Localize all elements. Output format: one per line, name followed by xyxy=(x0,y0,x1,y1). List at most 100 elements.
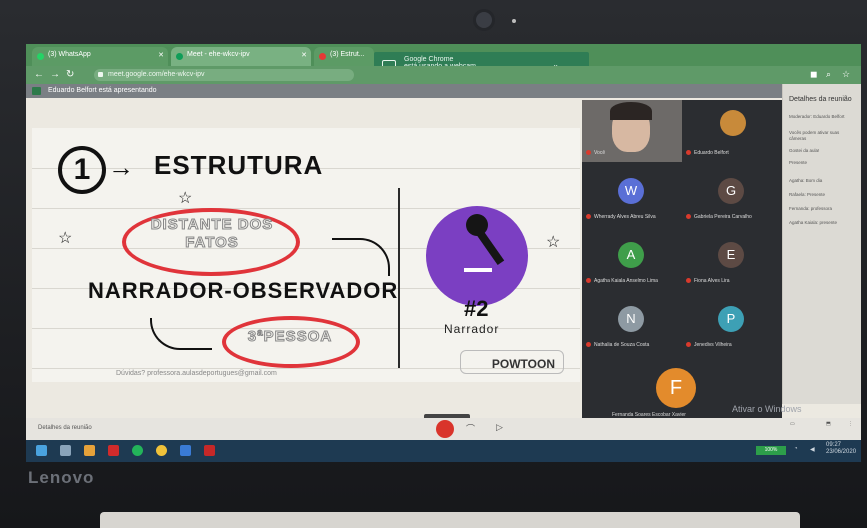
spotify-icon[interactable] xyxy=(132,445,143,456)
panel-title: Detalhes da reunião xyxy=(789,96,852,103)
close-icon[interactable]: ✕ xyxy=(301,51,307,59)
chat-line: Gostei da aula! xyxy=(789,148,820,153)
chat-line: Agatha: Bom dia xyxy=(789,178,823,183)
back-icon[interactable]: ← xyxy=(34,69,44,80)
arrow-right-icon: → xyxy=(108,152,134,182)
meeting-details-label[interactable]: Detalhes da reunião xyxy=(38,425,92,431)
tab-youtube[interactable]: (3) Estrut... xyxy=(314,47,374,66)
powtoon-logo: POWTOON xyxy=(460,350,564,374)
battery-indicator[interactable]: 100% xyxy=(756,446,786,455)
lenovo-logo: Lenovo xyxy=(28,468,95,487)
participant-tile[interactable]: P Jenedivs Vilheira xyxy=(682,292,782,350)
participant-tile[interactable]: A Agatha Kaiala Anselmo Lima xyxy=(582,228,682,286)
clock-time: 09:27 xyxy=(826,442,842,448)
participant-name: Agatha Kaiala Anselmo Lima xyxy=(586,278,658,284)
participant-tile[interactable]: Você xyxy=(582,100,682,162)
camera-icon[interactable]: ◼ xyxy=(810,69,817,80)
presenting-text: Eduardo Belfort está apresentando xyxy=(48,87,157,94)
whatsapp-icon xyxy=(37,53,44,60)
chat-line: Fernanda: professora xyxy=(789,206,833,211)
windows-start-icon[interactable] xyxy=(36,445,47,456)
avatar: N xyxy=(618,306,644,332)
address-bar: ← → ↻ meet.google.com/ehe-wkcv-ipv ◼ ⌕ ☆ xyxy=(26,66,861,84)
presenting-banner: Eduardo Belfort está apresentando xyxy=(26,84,786,98)
featured-avatar[interactable]: F xyxy=(656,368,696,408)
participant-name: Wherrady Alves Abreu Silva xyxy=(586,214,656,220)
volume-icon[interactable]: ◀ xyxy=(810,446,815,453)
windows-activation-watermark: Ativar o Windows xyxy=(732,404,802,414)
notification-title: Google Chrome xyxy=(404,56,454,63)
notebook-line xyxy=(32,208,580,209)
netflix-icon[interactable] xyxy=(108,445,119,456)
wifi-icon[interactable]: ◔ xyxy=(794,446,798,452)
url-field[interactable]: meet.google.com/ehe-wkcv-ipv xyxy=(94,69,354,81)
participant-name: Nathalia de Souza Costa xyxy=(586,342,649,348)
participant-name: Eduardo Belfort xyxy=(686,150,729,156)
star-icon: ☆ xyxy=(546,234,561,251)
participant-name: Gabriela Pereira Carvalho xyxy=(686,214,752,220)
laptop-screen: (3) WhatsApp ✕ Meet - ehe-wkcv-ipv ✕ (3) E… xyxy=(26,44,861,462)
windows-taskbar: 100% ◔ ◀ 09:27 23/06/2020 xyxy=(26,440,861,462)
participant-tile[interactable]: N Nathalia de Souza Costa xyxy=(582,292,682,350)
star-icon: ☆ xyxy=(58,230,73,247)
file-explorer-icon[interactable] xyxy=(84,445,95,456)
close-icon[interactable]: ✕ xyxy=(158,51,164,59)
participant-name: Você xyxy=(586,150,605,156)
tab-label: Meet - ehe-wkcv-ipv xyxy=(187,51,250,58)
zoom-icon[interactable]: ⌕ xyxy=(826,69,831,80)
oval-top-text: DISTANTE DOS FATOS xyxy=(150,216,274,252)
participant-tile[interactable]: Eduardo Belfort xyxy=(682,100,782,158)
slide-number: 1 xyxy=(58,146,106,194)
present-icon[interactable]: ⬒ xyxy=(826,421,831,427)
word-icon[interactable] xyxy=(180,445,191,456)
task-view-icon[interactable] xyxy=(60,445,71,456)
chat-line: Rafaela: Presente xyxy=(789,192,826,197)
webcam-lens xyxy=(476,12,492,28)
youtube-icon xyxy=(319,53,326,60)
participant-tile[interactable]: G Gabriela Pereira Carvalho xyxy=(682,164,782,222)
badge-number: #2 xyxy=(464,296,489,321)
meet-icon xyxy=(176,53,183,60)
participant-tile[interactable]: E Fiona Alves Lira xyxy=(682,228,782,286)
oval-bottom-text: 3ªPESSOA xyxy=(247,328,333,346)
clock[interactable]: 09:27 23/06/2020 xyxy=(826,442,856,456)
hair xyxy=(610,102,652,120)
forward-icon[interactable]: → xyxy=(50,69,60,80)
avatar: E xyxy=(718,242,744,268)
tab-label: (3) WhatsApp xyxy=(48,51,91,58)
microphone-illustration xyxy=(426,206,528,306)
contact-email: Dúvidas? professora.aulasdeportugues@gma… xyxy=(116,370,277,377)
keyboard-edge xyxy=(100,512,800,528)
acrobat-icon[interactable] xyxy=(204,445,215,456)
chat-line: Agatha Kaiala: presente xyxy=(789,220,838,225)
chat-line: Moderador: Eduardo Belfort xyxy=(789,114,845,119)
main-phrase: NARRADOR-OBSERVADOR xyxy=(88,278,399,303)
avatar: A xyxy=(618,242,644,268)
side-panel: Detalhes da reunião Moderador: Eduardo B… xyxy=(782,84,861,404)
chrome-icon[interactable] xyxy=(156,445,167,456)
more-options-icon[interactable]: ⋮ xyxy=(848,421,853,427)
curved-arrow xyxy=(332,238,390,276)
captions-icon[interactable]: ▭ xyxy=(790,421,795,427)
participant-tile[interactable]: W Wherrady Alves Abreu Silva xyxy=(582,164,682,222)
slide-heading: ESTRUTURA xyxy=(154,150,324,180)
webcam-indicator xyxy=(512,19,516,23)
reload-icon[interactable]: ↻ xyxy=(66,69,74,80)
url-text: meet.google.com/ehe-wkcv-ipv xyxy=(108,71,205,78)
avatar: W xyxy=(618,178,644,204)
tab-label: (3) Estrut... xyxy=(330,51,365,58)
chat-line: Vocês podem ativar suas câmeras xyxy=(789,130,840,141)
badge-label: Narrador xyxy=(444,322,500,336)
camera-toggle-icon[interactable]: ▷ xyxy=(496,422,503,433)
hang-up-button[interactable] xyxy=(436,420,454,438)
microphone-icon[interactable]: ⌒ xyxy=(466,422,475,435)
slide-divider xyxy=(398,188,400,368)
avatar: P xyxy=(718,306,744,332)
clock-date: 23/06/2020 xyxy=(826,449,857,455)
tab-meet[interactable]: Meet - ehe-wkcv-ipv ✕ xyxy=(171,47,311,66)
tab-whatsapp[interactable]: (3) WhatsApp ✕ xyxy=(32,47,168,66)
star-icon: ☆ xyxy=(178,190,193,207)
avatar: G xyxy=(718,178,744,204)
star-icon[interactable]: ☆ xyxy=(842,69,850,80)
meet-icon xyxy=(32,87,41,95)
